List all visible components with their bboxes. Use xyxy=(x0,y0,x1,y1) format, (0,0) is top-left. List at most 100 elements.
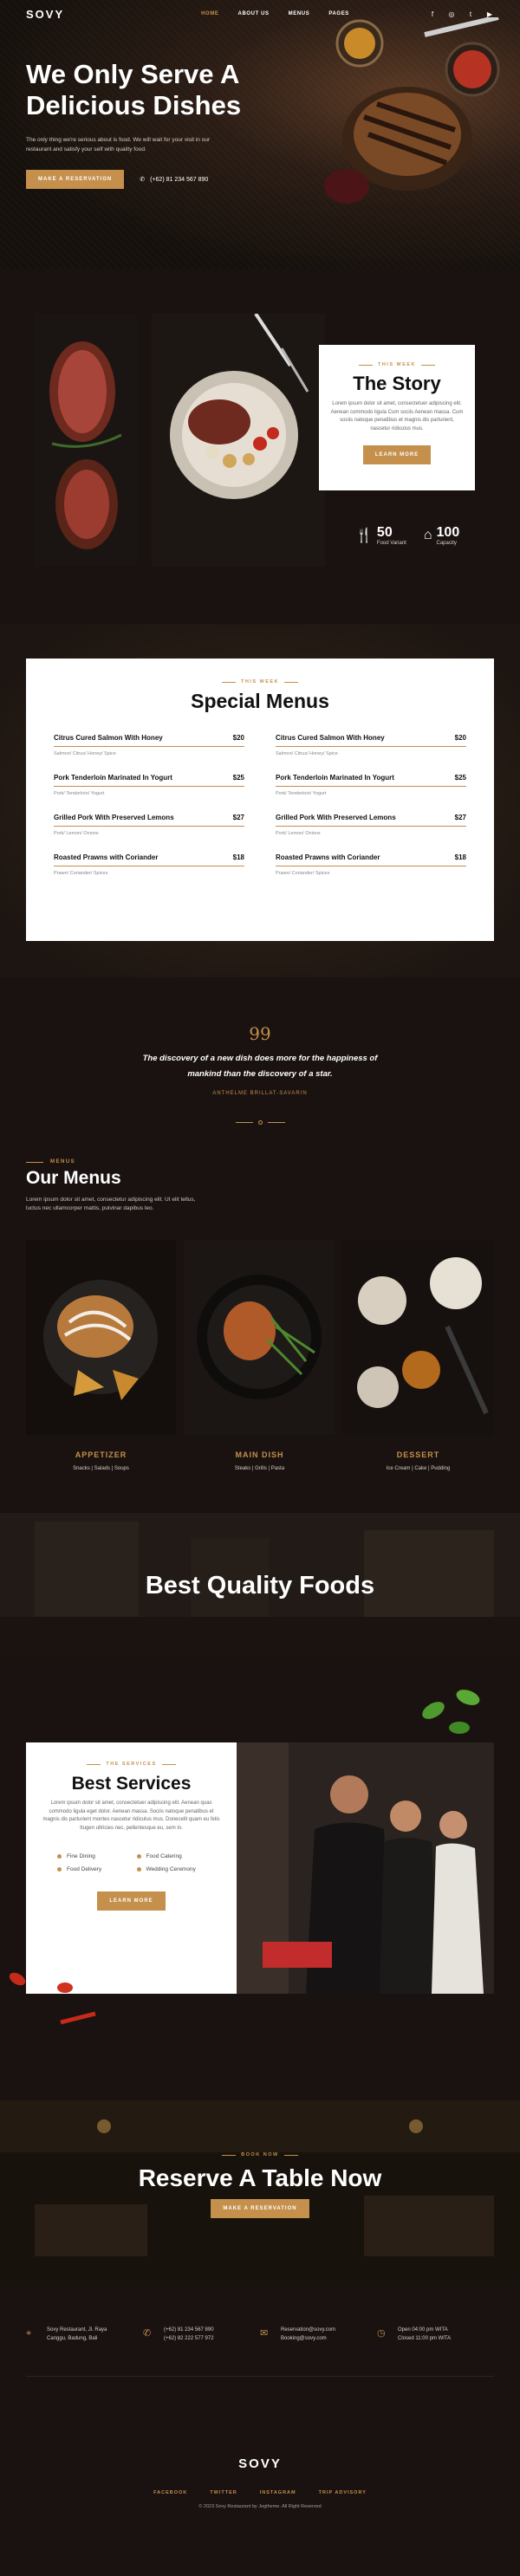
phone-icon: ✆ xyxy=(140,177,146,184)
social-links: f ◎ t ▶ xyxy=(428,10,494,18)
menu-item[interactable]: Citrus Cured Salmon With Honey $20 Salmon/… xyxy=(54,729,244,769)
footer-link-twitter[interactable]: TWITTER xyxy=(210,2490,237,2495)
services-list: Fine Dining Food Catering Food Delivery … xyxy=(57,1853,205,1872)
special-menus-section: THIS WEEK Special Menus Citrus Cured Sal… xyxy=(0,624,520,977)
special-eyebrow: THIS WEEK xyxy=(54,679,466,685)
best-quality-section: Best Quality Foods xyxy=(0,1513,520,1658)
contact-phone[interactable]: ✆ (+62) 81 234 567 890 (+62) 82 222 577 9… xyxy=(143,2326,260,2343)
quote-text: The discovery of a new dish does more fo… xyxy=(142,1054,378,1080)
plated-steak-image xyxy=(152,314,325,567)
hero-actions: MAKE A RESERVATION ✆ (+62) 81 234 567 89… xyxy=(26,170,286,190)
menu-item[interactable]: Pork Tenderloin Marinated In Yogurt $25 Po… xyxy=(276,769,466,808)
hero-copy: We Only Serve A Delicious Dishes The only… xyxy=(26,59,286,190)
top-nav: SOVY HOME ABOUT US MENUS PAGES f ◎ t ▶ xyxy=(0,0,520,28)
menu-item[interactable]: Roasted Prawns with Coriander $18 Prawn/ C… xyxy=(276,848,466,888)
building-icon: ⌂ xyxy=(423,528,432,542)
menu-categories: APPETIZER Snacks | Salads | Soups MAIN D… xyxy=(26,1239,494,1471)
contact-hours: ◷ Open 04:00 pm WITA Closed 11:00 pm WITA xyxy=(377,2326,494,2343)
contact-row: ⌖ Sovy Restaurant, Jl. Raya Canggu, Badun… xyxy=(0,2287,520,2343)
our-menus-eyebrow: MENUS xyxy=(26,1159,494,1165)
story-title: The Story xyxy=(353,373,441,394)
hero-food-image xyxy=(324,17,500,204)
main-menu: HOME ABOUT US MENUS PAGES xyxy=(201,11,349,16)
services-section: THE SERVICES Best Services Lorem ipsum d… xyxy=(0,1658,520,2100)
category-appetizer[interactable]: APPETIZER Snacks | Salads | Soups xyxy=(26,1239,176,1471)
stat-food-variant: 🍴 50 Food Variant xyxy=(355,525,406,546)
footer-link-facebook[interactable]: FACEBOOK xyxy=(153,2490,187,2495)
our-menus-text: Lorem ipsum dolor sit amet, consectetur … xyxy=(26,1197,196,1212)
story-section: THIS WEEK The Story Lorem ipsum dolor si… xyxy=(0,269,520,624)
reserve-button[interactable]: MAKE A RESERVATION xyxy=(211,2199,309,2218)
footer-links: FACEBOOK TWITTER INSTAGRAM TRIP ADVISORY xyxy=(0,2490,520,2495)
stat-capacity: ⌂ 100 Capacity xyxy=(423,525,460,546)
chili-decoration xyxy=(9,1972,96,2025)
menu-item[interactable]: Pork Tenderloin Marinated In Yogurt $25 Po… xyxy=(54,769,244,808)
story-eyebrow: THIS WEEK xyxy=(329,362,465,367)
our-menus-title: Our Menus xyxy=(26,1168,121,1188)
main-dish-image xyxy=(185,1239,335,1435)
appetizer-image xyxy=(26,1239,176,1435)
reserve-content: BOOK NOW Reserve A Table Now MAKE A RESE… xyxy=(0,2152,520,2218)
nav-pages[interactable]: PAGES xyxy=(328,11,349,16)
hero-section: SOVY HOME ABOUT US MENUS PAGES f ◎ t ▶ W… xyxy=(0,0,520,269)
quote-section: 99 The discovery of a new dish does more… xyxy=(0,977,520,1159)
nav-menus[interactable]: MENUS xyxy=(289,11,310,16)
instagram-icon[interactable]: ◎ xyxy=(447,10,456,18)
category-dessert[interactable]: DESSERT Ice Cream | Cake | Pudding xyxy=(343,1239,493,1471)
story-text: Lorem ipsum dolor sit amet, consectetuer… xyxy=(330,401,464,431)
category-main-dish[interactable]: MAIN DISH Steaks | Grills | Pasta xyxy=(185,1239,335,1471)
special-menus-card: THIS WEEK Special Menus Citrus Cured Sal… xyxy=(26,659,494,941)
our-menus-section: MENUS Our Menus Lorem ipsum dolor sit am… xyxy=(0,1159,520,1513)
footer: ⌖ Sovy Restaurant, Jl. Raya Canggu, Badun… xyxy=(0,2287,520,2576)
menu-item[interactable]: Grilled Pork With Preserved Lemons $27 Por… xyxy=(54,808,244,848)
service-item: Food Delivery xyxy=(57,1866,127,1872)
services-learn-more-button[interactable]: LEARN MORE xyxy=(97,1891,166,1911)
steak-image xyxy=(35,314,137,567)
quote-divider xyxy=(0,1120,520,1126)
service-item: Fine Dining xyxy=(57,1853,127,1859)
menu-item[interactable]: Grilled Pork With Preserved Lemons $27 Por… xyxy=(276,808,466,848)
hero-subtitle: The only thing we're serious about is fo… xyxy=(26,137,211,152)
reserve-title: Reserve A Table Now xyxy=(138,2164,382,2191)
services-title: Best Services xyxy=(71,1774,192,1794)
reserve-section: BOOK NOW Reserve A Table Now MAKE A RESE… xyxy=(0,2100,520,2287)
nav-about[interactable]: ABOUT US xyxy=(238,11,270,16)
basil-leaves-decoration xyxy=(422,1690,480,1734)
make-reservation-button[interactable]: MAKE A RESERVATION xyxy=(26,170,125,190)
hero-title: We Only Serve A Delicious Dishes xyxy=(26,59,242,120)
services-text: Lorem ipsum dolor sit amet, consectetuer… xyxy=(42,1801,220,1831)
special-menu-grid: Citrus Cured Salmon With Honey $20 Salmon/… xyxy=(54,729,466,888)
story-stats: 🍴 50 Food Variant ⌂ 100 Capacity xyxy=(355,525,459,546)
quality-title: Best Quality Foods xyxy=(145,1572,375,1599)
youtube-icon[interactable]: ▶ xyxy=(485,10,494,18)
reserve-eyebrow: BOOK NOW xyxy=(0,2152,520,2157)
quote-icon: 99 xyxy=(249,1023,271,1044)
clock-icon: ◷ xyxy=(377,2328,386,2339)
hero-phone[interactable]: ✆ (+62) 81 234 567 890 xyxy=(140,176,208,184)
map-icon: ⌖ xyxy=(26,2328,32,2339)
special-title: Special Menus xyxy=(191,690,329,712)
footer-logo[interactable]: SOVY xyxy=(0,2456,520,2471)
mail-icon: ✉ xyxy=(260,2328,269,2339)
menu-item[interactable]: Roasted Prawns with Coriander $18 Prawn/ C… xyxy=(54,848,244,888)
story-card: THIS WEEK The Story Lorem ipsum dolor si… xyxy=(319,345,475,490)
footer-divider xyxy=(26,2376,494,2378)
nav-home[interactable]: HOME xyxy=(201,11,218,16)
footer-link-trip-advisory[interactable]: TRIP ADVISORY xyxy=(319,2490,367,2495)
copyright: © 2023 Sovy Restaurant by Jegtheme. All … xyxy=(198,2504,322,2510)
menu-item[interactable]: Citrus Cured Salmon With Honey $20 Salmon/… xyxy=(276,729,466,769)
dessert-image xyxy=(343,1239,493,1435)
contact-email[interactable]: ✉ Reservation@sovy.com Booking@sovy.com xyxy=(260,2326,377,2343)
twitter-icon[interactable]: t xyxy=(466,10,475,18)
phone-icon: ✆ xyxy=(143,2328,152,2339)
dish-icon: 🍴 xyxy=(355,529,373,543)
service-item: Wedding Ceremony xyxy=(137,1866,206,1872)
facebook-icon[interactable]: f xyxy=(428,10,437,18)
quote-author: ANTHELME BRILLAT-SAVARIN xyxy=(212,1091,308,1097)
site-logo[interactable]: SOVY xyxy=(26,8,64,21)
service-item: Food Catering xyxy=(137,1853,206,1859)
footer-link-instagram[interactable]: INSTAGRAM xyxy=(260,2490,296,2495)
contact-address: ⌖ Sovy Restaurant, Jl. Raya Canggu, Badun… xyxy=(26,2326,143,2343)
story-learn-more-button[interactable]: LEARN MORE xyxy=(362,445,432,465)
chefs-image xyxy=(237,1742,494,1994)
